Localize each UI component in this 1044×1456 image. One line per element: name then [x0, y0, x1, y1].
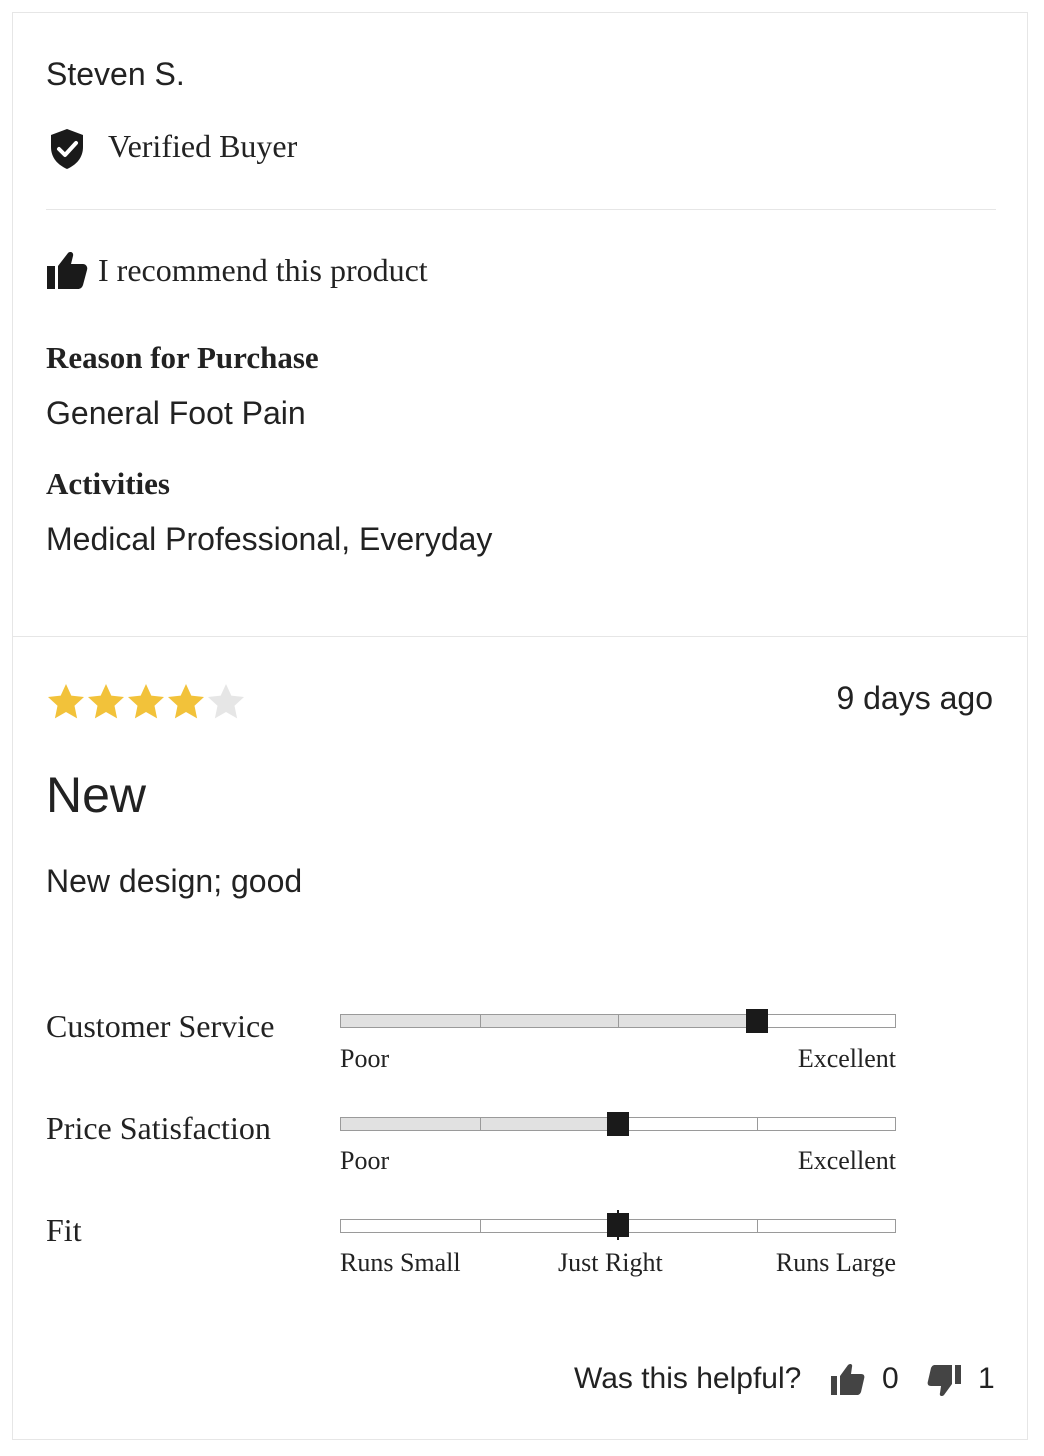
slider-tick — [479, 1015, 481, 1027]
activities-heading: Activities — [46, 466, 170, 501]
thumbs-up-icon — [47, 252, 88, 289]
activities-value: Medical Professional, Everyday — [46, 521, 493, 557]
divider — [12, 636, 1028, 637]
customer-service-label: Customer Service — [46, 1008, 275, 1044]
helpful-question: Was this helpful? — [574, 1362, 802, 1395]
slider-fill — [341, 1015, 757, 1027]
slider-tick — [756, 1220, 758, 1232]
review-title: New — [46, 767, 147, 823]
star-filled-icon — [88, 684, 124, 719]
price-satisfaction-label: Price Satisfaction — [46, 1110, 271, 1146]
recommend-text: I recommend this product — [98, 252, 428, 288]
review-timestamp: 9 days ago — [836, 680, 993, 716]
review-body: New design; good — [46, 863, 303, 899]
price-satisfaction-slider — [340, 1112, 896, 1136]
star-rating — [46, 680, 246, 726]
slider-marker — [746, 1009, 768, 1033]
fit-label: Fit — [46, 1212, 82, 1248]
reason-heading: Reason for Purchase — [46, 340, 319, 375]
thumbs-up-icon[interactable] — [830, 1362, 866, 1396]
slider-marker — [607, 1112, 629, 1136]
slider-tick — [479, 1118, 481, 1130]
scale-high-label: Runs Large — [775, 1248, 896, 1277]
shield-check-icon — [51, 129, 83, 169]
customer-service-slider — [340, 1009, 896, 1033]
star-filled-icon — [168, 684, 204, 719]
reviewer-name: Steven S. — [46, 56, 185, 92]
star-empty-icon — [208, 684, 244, 719]
slider-tick — [756, 1118, 758, 1130]
scale-high-label: Excellent — [797, 1044, 896, 1073]
slider-tick — [618, 1015, 619, 1027]
slider-tick — [479, 1220, 481, 1232]
helpful-up-count: 0 — [882, 1362, 899, 1395]
reason-value: General Foot Pain — [46, 395, 306, 431]
star-filled-icon — [128, 684, 164, 719]
scale-mid-label: Just Right — [558, 1248, 663, 1277]
scale-low-label: Poor — [340, 1044, 390, 1073]
scale-high-label: Excellent — [797, 1146, 896, 1175]
scale-low-label: Runs Small — [340, 1248, 461, 1277]
divider — [46, 209, 996, 210]
helpful-down-count: 1 — [978, 1362, 995, 1395]
thumbs-down-icon[interactable] — [926, 1364, 962, 1398]
verified-buyer-badge: Verified Buyer — [108, 128, 298, 164]
star-filled-icon — [48, 684, 84, 719]
fit-slider — [340, 1210, 896, 1240]
scale-low-label: Poor — [340, 1146, 390, 1175]
slider-marker — [607, 1210, 629, 1240]
